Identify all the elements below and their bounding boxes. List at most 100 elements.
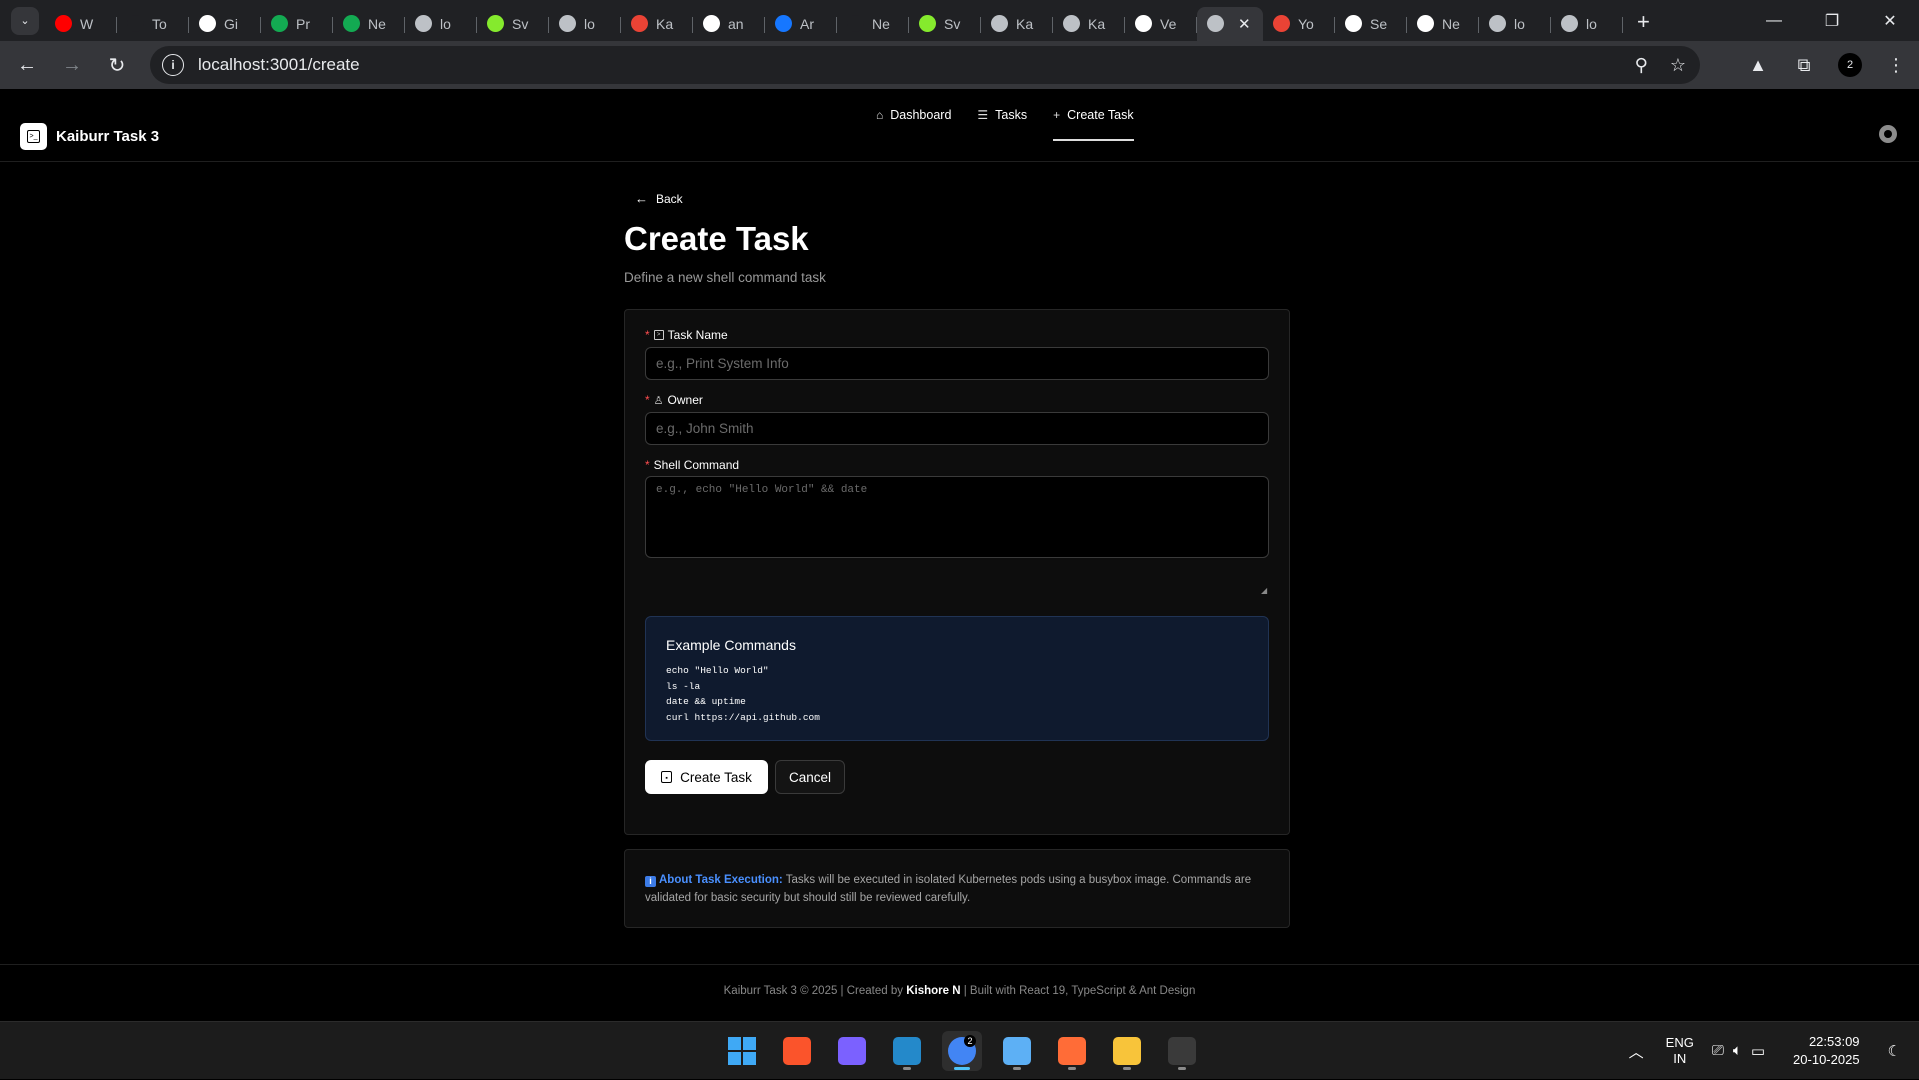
browser-tab-title: lo (584, 15, 595, 32)
running-indicator (954, 1067, 970, 1070)
minimize-button[interactable]: — (1745, 0, 1803, 41)
back-nav-button[interactable]: ← (9, 47, 45, 83)
browser-tab[interactable]: lo (549, 7, 621, 41)
battery-icon[interactable]: ▭ (1751, 1042, 1765, 1060)
nav-item-dashboard[interactable]: ⌂ Dashboard (876, 108, 951, 141)
taskbar-app-file-explorer[interactable] (1107, 1031, 1147, 1071)
volume-icon[interactable]: 🔈︎ (1733, 1042, 1742, 1060)
taskbar-app-chrome[interactable]: 2 (942, 1031, 982, 1071)
back-button[interactable]: ← Back (635, 191, 683, 206)
taskbar-app-windows-start[interactable] (722, 1031, 762, 1071)
browser-tab[interactable]: Ne (837, 7, 909, 41)
tab-search-button[interactable]: ⌄ (11, 6, 39, 35)
close-window-button[interactable]: ✕ (1861, 0, 1919, 41)
reload-button[interactable]: ↻ (99, 47, 135, 83)
nav-item-tasks[interactable]: ☰ Tasks (977, 108, 1027, 141)
postman-icon (1058, 1037, 1086, 1065)
running-indicator (1178, 1067, 1186, 1070)
example-command: ls -la (666, 680, 701, 692)
taskbar-app-brave[interactable] (777, 1031, 817, 1071)
resize-handle-icon[interactable]: ◢ (1261, 586, 1267, 595)
browser-tab-title: Ka (1088, 15, 1106, 32)
browser-tab[interactable]: an (693, 7, 765, 41)
example-commands-box: Example Commands echo "Hello World" ls -… (645, 616, 1269, 741)
browser-tab[interactable]: ✕ (1197, 6, 1263, 41)
show-hidden-icons-chevron-icon[interactable]: ︿ (1629, 1041, 1644, 1062)
browser-tab-title: Ar (800, 15, 814, 32)
shell-command-textarea[interactable] (645, 476, 1269, 558)
tab-list: W To Gi Pr Ne lo Sv lo Ka an Ar Ne Sv Ka Ka Ve ✕ Yo Se Ne lo… (45, 0, 1623, 41)
forward-nav-button[interactable]: → (54, 47, 90, 83)
restore-button[interactable]: ❐ (1803, 0, 1861, 41)
extensions-puzzle-icon[interactable]: ⧉ (1781, 55, 1827, 76)
browser-tab[interactable]: Ne (1407, 7, 1479, 41)
info-icon: i (645, 875, 656, 887)
taskbar-app-copilot[interactable] (832, 1031, 872, 1071)
taskbar-app-postman[interactable] (1052, 1031, 1092, 1071)
owner-input[interactable] (645, 412, 1269, 445)
site-info-icon[interactable]: i (162, 54, 184, 76)
language-code: ENG (1665, 1035, 1694, 1050)
zoom-icon[interactable]: ⚲ (1635, 55, 1648, 76)
globe-icon (1207, 15, 1224, 32)
taskbar-app-vscode[interactable] (887, 1031, 927, 1071)
browser-tab-title: Ka (1016, 15, 1034, 32)
running-indicator (1123, 1067, 1131, 1070)
browser-tab[interactable]: To (117, 7, 189, 41)
language-indicator[interactable]: ENG IN (1666, 1035, 1694, 1067)
browser-tab[interactable]: Sv (909, 7, 981, 41)
address-bar[interactable]: i localhost:3001/create ⚲ ☆ (150, 46, 1700, 84)
nav-item-label: Tasks (995, 108, 1028, 122)
browser-tab[interactable]: Sv (477, 7, 549, 41)
taskbar-app-notepad[interactable] (997, 1031, 1037, 1071)
taskbar-app-terminal[interactable] (1162, 1031, 1202, 1071)
browser-tab[interactable]: Ne (333, 7, 405, 41)
browser-tab[interactable]: Gi (189, 7, 261, 41)
clock[interactable]: 22:53:09 20-10-2025 (1793, 1033, 1860, 1069)
create-task-button[interactable]: ▪ Create Task (645, 760, 768, 794)
close-tab-icon[interactable]: ✕ (1238, 15, 1251, 33)
browser-tab[interactable]: lo (1479, 7, 1551, 41)
url-text[interactable]: localhost:3001/create (198, 55, 360, 75)
vercel-extension-icon[interactable]: ▲ (1735, 55, 1781, 76)
bookmark-star-icon[interactable]: ☆ (1670, 55, 1686, 76)
browser-menu-icon[interactable]: ⋮ (1873, 55, 1919, 76)
browser-tab[interactable]: lo (1551, 7, 1623, 41)
browser-tab[interactable]: Ka (621, 7, 693, 41)
page-subtitle: Define a new shell command task (624, 270, 826, 285)
browser-tab[interactable]: Ar (765, 7, 837, 41)
browser-tab-title: lo (1514, 15, 1525, 32)
code-icon: > (653, 330, 664, 340)
browser-tab[interactable]: lo (405, 7, 477, 41)
browser-toolbar: ← → ↻ i localhost:3001/create ⚲ ☆ ▲ ⧉ 2 … (0, 41, 1919, 89)
browser-tab[interactable]: Ve (1125, 7, 1197, 41)
footer-suffix: | Built with React 19, TypeScript & Ant … (963, 985, 1196, 997)
browser-tab[interactable]: W (45, 7, 117, 41)
network-icon[interactable]: ⎚ (1712, 1042, 1724, 1060)
github-icon (199, 15, 216, 32)
create-task-form: * > Task Name * ♙ Owner * Shell Command … (624, 309, 1290, 835)
example-command: curl https://api.github.com (666, 711, 820, 723)
running-indicator (1068, 1067, 1076, 1070)
new-tab-button[interactable]: + (1637, 9, 1650, 35)
globe-icon (1489, 15, 1506, 32)
browser-tab[interactable]: Yo (1263, 7, 1335, 41)
browser-tab[interactable]: Se (1335, 7, 1407, 41)
cancel-button[interactable]: Cancel (775, 760, 845, 794)
browser-tab-title: Sv (512, 15, 529, 32)
browser-tab-title: To (152, 15, 167, 32)
notifications-icon[interactable]: ☾ (1888, 1042, 1901, 1060)
nav-item-create-task[interactable]: + Create Task (1053, 108, 1135, 141)
brand[interactable]: >_ Kaiburr Task 3 (20, 123, 159, 150)
browser-tab[interactable]: Pr (261, 7, 333, 41)
vercel-icon (1135, 15, 1152, 32)
required-marker: * (645, 393, 650, 407)
profile-avatar[interactable]: 2 (1838, 53, 1862, 77)
app-viewport: >_ Kaiburr Task 3 ⌂ Dashboard ☰ Tasks + Creat… (0, 89, 1919, 1021)
browser-tab[interactable]: Ka (1053, 7, 1125, 41)
required-marker: * (645, 458, 650, 472)
vscode-icon (893, 1037, 921, 1065)
github-icon[interactable] (1879, 125, 1897, 143)
browser-tab[interactable]: Ka (981, 7, 1053, 41)
task-name-input[interactable] (645, 347, 1269, 380)
